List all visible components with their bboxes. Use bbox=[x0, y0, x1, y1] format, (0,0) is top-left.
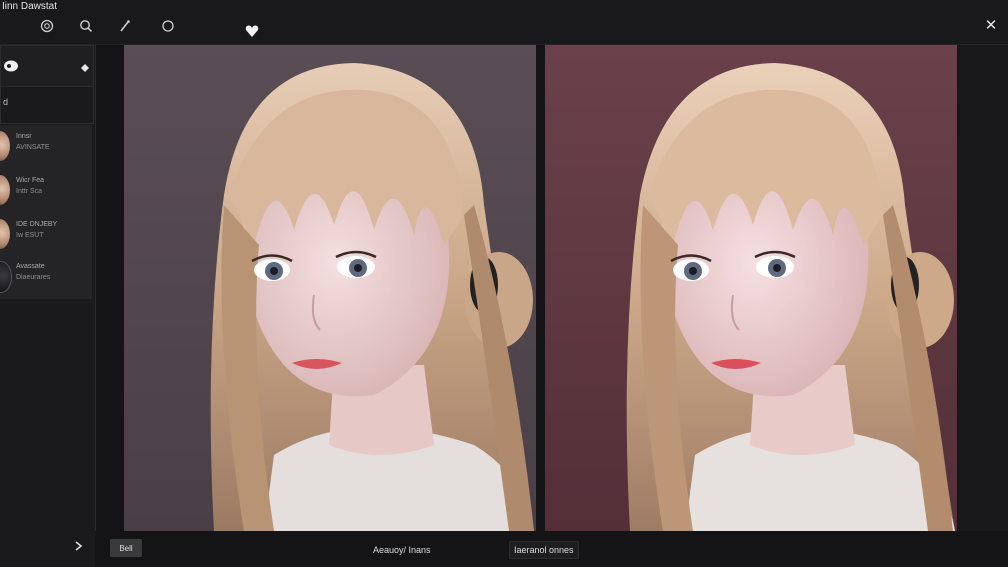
magnifier-icon bbox=[80, 20, 93, 33]
preset-desc: Iw ESUT bbox=[16, 232, 44, 239]
bell-button[interactable]: Bell bbox=[110, 539, 142, 557]
top-toolbar: Iinn Dawstat ✕ bbox=[0, 0, 1008, 45]
sidebar-section[interactable]: d bbox=[0, 85, 94, 124]
lasso-tool-button[interactable] bbox=[38, 17, 56, 35]
original-image-panel[interactable] bbox=[124, 45, 536, 531]
brush-icon bbox=[120, 20, 130, 32]
preset-item[interactable]: Avassate Dlaeurares bbox=[0, 255, 92, 299]
diamond-icon bbox=[81, 64, 89, 72]
edited-image-panel[interactable] bbox=[545, 45, 957, 531]
preset-desc: Dlaeurares bbox=[16, 274, 51, 281]
portrait-original bbox=[210, 63, 534, 531]
bottom-label-right[interactable]: Iaeranol onnes bbox=[509, 541, 579, 559]
circle-icon bbox=[162, 20, 174, 32]
heart-icon bbox=[245, 25, 259, 37]
circle-tool-button[interactable] bbox=[159, 17, 177, 35]
sidebar-expand-button[interactable] bbox=[72, 539, 86, 553]
close-button[interactable]: ✕ bbox=[982, 16, 1000, 34]
preset-thumbnail bbox=[0, 261, 12, 293]
right-strip bbox=[958, 45, 1008, 531]
preset-list: Innsr AVINSATE Wicr Fea Inttr Sca IDE DN… bbox=[0, 125, 92, 299]
preset-item[interactable]: IDE DNJEBY Iw ESUT bbox=[0, 213, 92, 257]
preset-name: Wicr Fea bbox=[16, 177, 44, 184]
preset-desc: AVINSATE bbox=[16, 144, 50, 151]
preset-thumbnail bbox=[0, 131, 10, 161]
portrait-edited bbox=[626, 63, 955, 531]
preset-item[interactable]: Innsr AVINSATE bbox=[0, 125, 92, 169]
bottom-label-center[interactable]: Aeauoy/ Inans bbox=[373, 545, 431, 555]
preset-name: IDE DNJEBY bbox=[16, 221, 58, 228]
preset-name: Avassate bbox=[16, 263, 45, 270]
toggle-icon bbox=[4, 60, 18, 72]
close-icon: ✕ bbox=[984, 17, 998, 34]
preset-desc: Inttr Sca bbox=[16, 188, 43, 195]
preset-item[interactable]: Wicr Fea Inttr Sca bbox=[0, 169, 92, 213]
zoom-tool-button[interactable] bbox=[77, 17, 95, 35]
app-title: Iinn Dawstat bbox=[2, 1, 58, 12]
bottom-bar: Bell Aeauoy/ Inans Iaeranol onnes bbox=[95, 531, 1008, 567]
brush-tool-button[interactable] bbox=[116, 17, 134, 35]
preset-thumbnail bbox=[0, 175, 10, 205]
sidebar-section-label: d bbox=[3, 97, 9, 107]
sidebar-header[interactable] bbox=[0, 45, 94, 87]
sidebar: d Innsr AVINSATE Wicr Fea Inttr Sca IDE … bbox=[0, 45, 96, 567]
shape-tool-button[interactable] bbox=[243, 22, 261, 40]
lasso-tool-icon bbox=[40, 19, 54, 33]
preset-name: Innsr bbox=[16, 133, 32, 140]
chevron-right-icon bbox=[75, 541, 83, 551]
preset-thumbnail bbox=[0, 219, 10, 249]
